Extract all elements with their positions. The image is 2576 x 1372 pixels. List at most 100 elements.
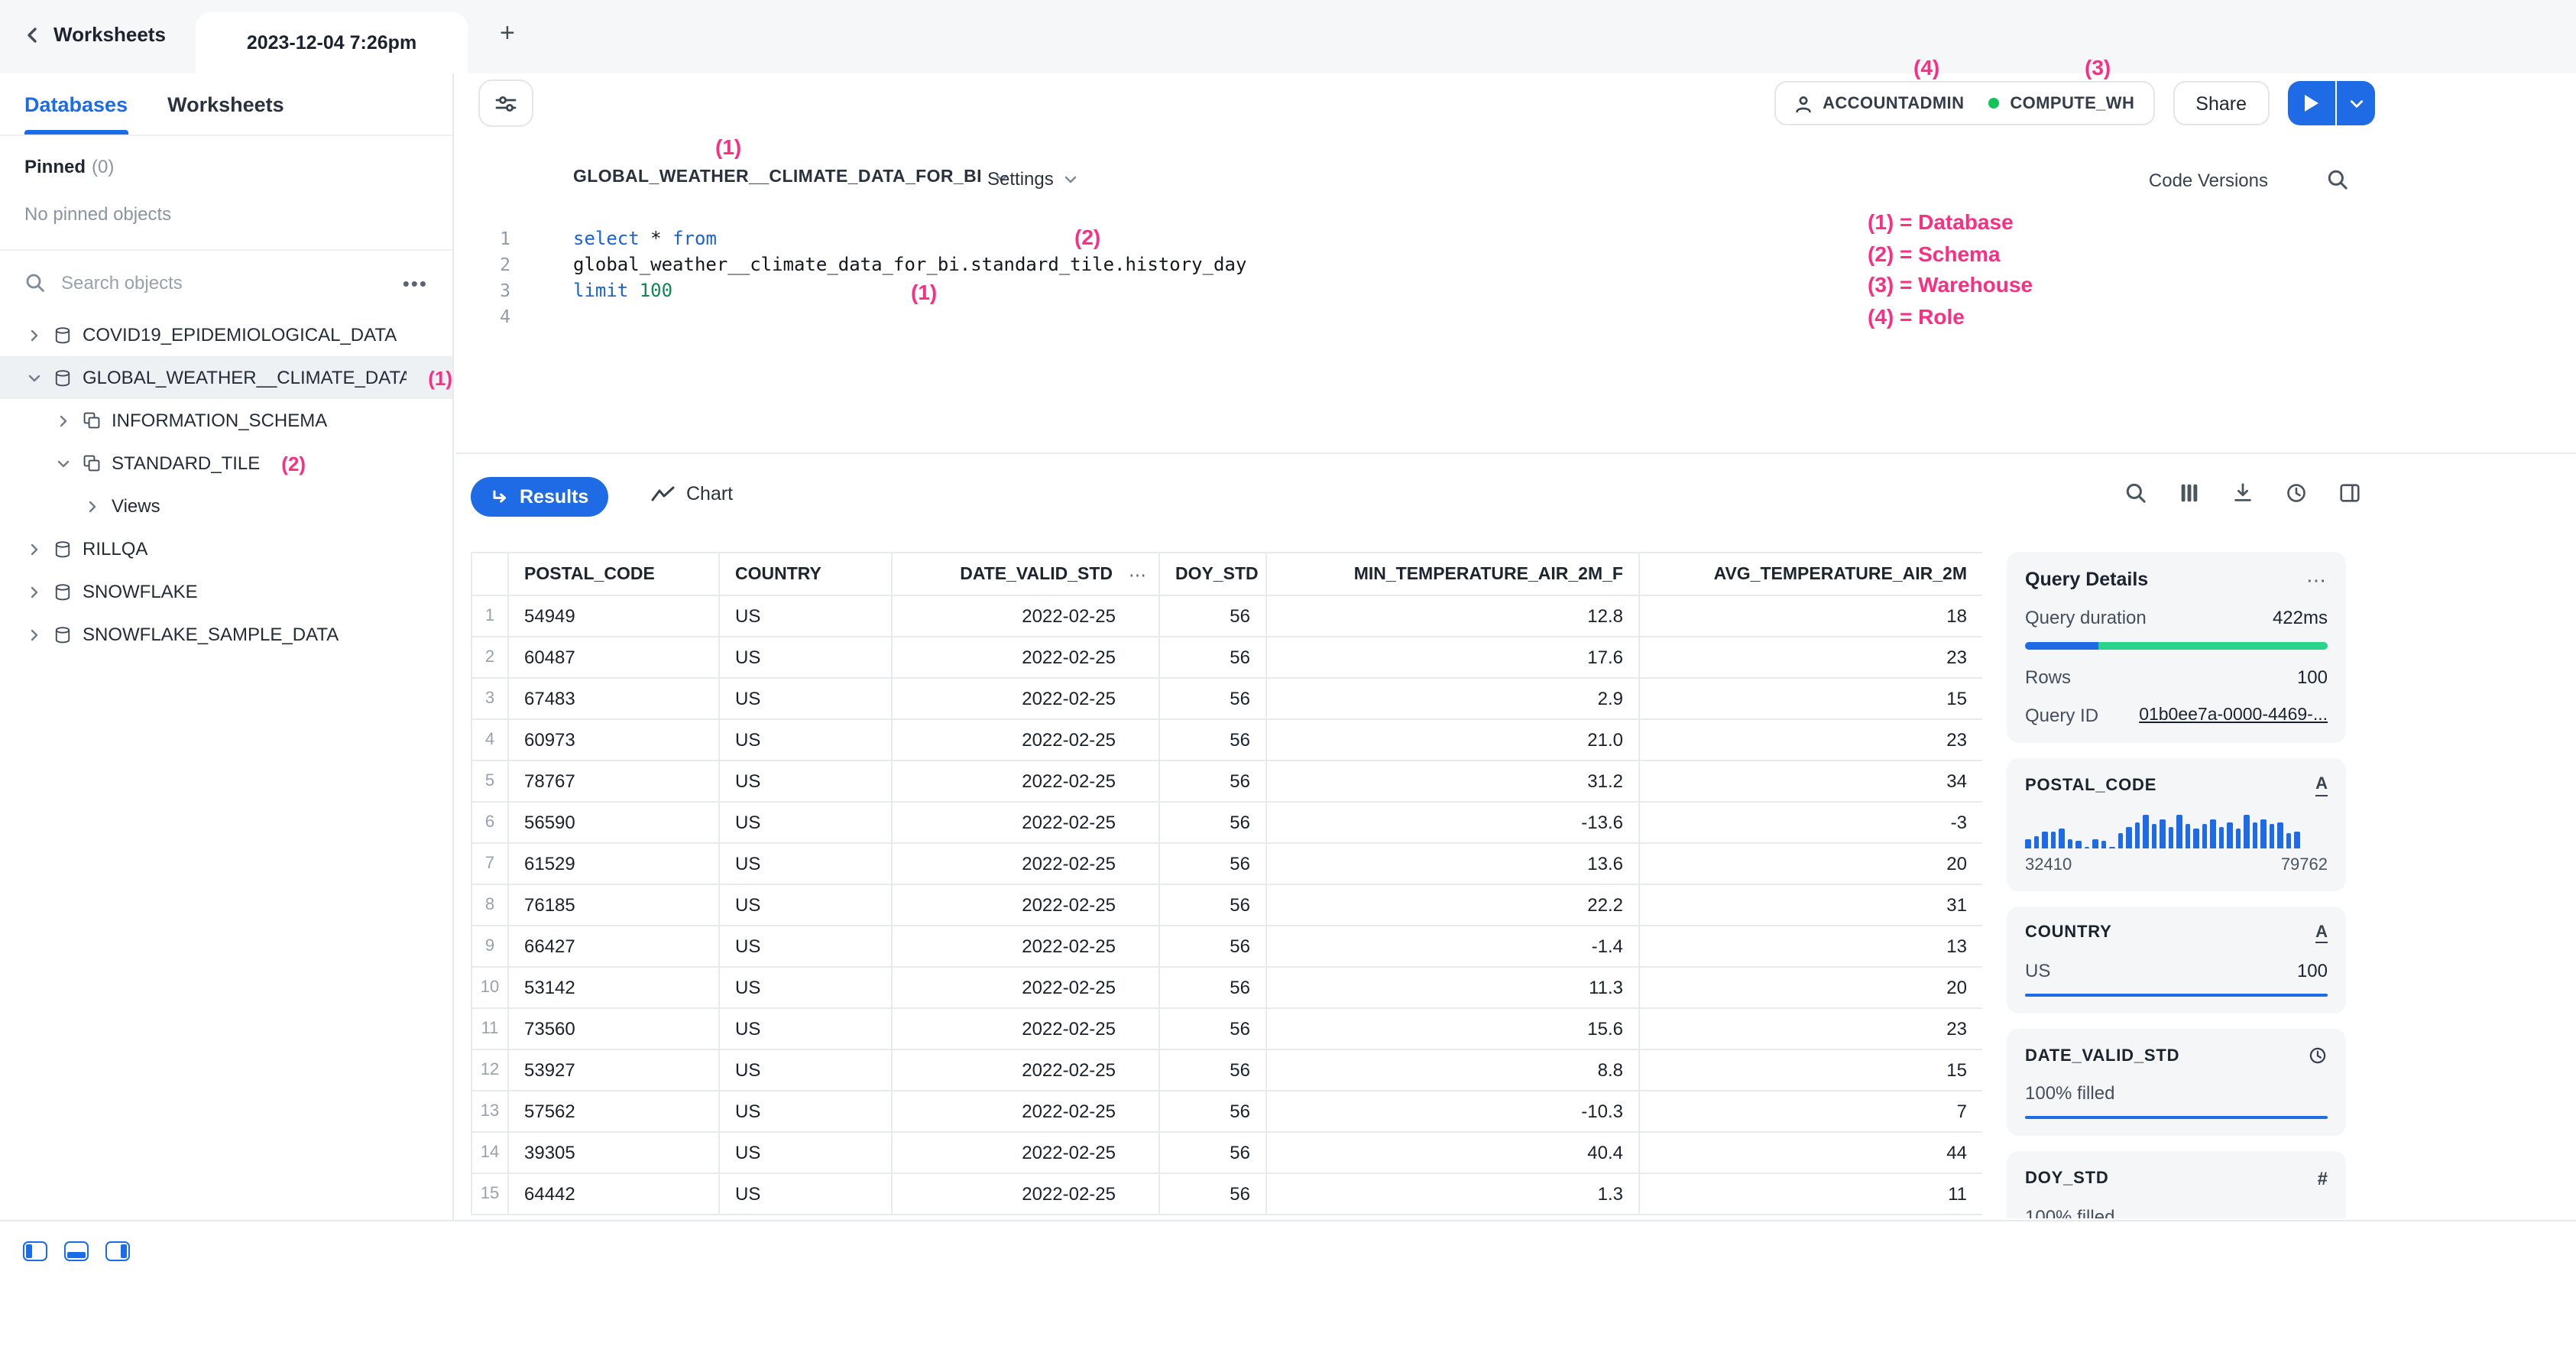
code-token: * — [640, 228, 672, 249]
tab-worksheets[interactable]: Worksheets — [167, 73, 284, 135]
tab-databases[interactable]: Databases — [24, 73, 128, 135]
sidebar-tabs: Databases Worksheets — [0, 73, 452, 136]
number-format-icon[interactable]: # — [2318, 1169, 2328, 1190]
toggle-left-panel-icon[interactable] — [23, 1241, 47, 1261]
code-token — [628, 280, 639, 301]
column-menu-icon[interactable]: ⋯ — [1129, 563, 1148, 585]
tab-chart[interactable]: Chart — [651, 483, 733, 504]
chevron-right-icon[interactable] — [24, 328, 43, 342]
column-header-min_temperature_air_2m_f[interactable]: MIN_TEMPERATURE_AIR_2M_F — [1266, 553, 1639, 595]
code-line[interactable]: 3limit 100 — [455, 278, 2576, 304]
table-row[interactable]: 260487US2022-02-255617.623 — [471, 637, 1982, 678]
query-id-link[interactable]: 01b0ee7a-0000-4469-... — [2139, 706, 2328, 725]
histogram-min: 32410 — [2025, 855, 2072, 874]
results-table: POSTAL_CODECOUNTRYDATE_VALID_STD⋯DOY_STD… — [471, 552, 1982, 1215]
new-worksheet-button[interactable]: + — [500, 20, 515, 46]
code-line[interactable]: 2global_weather__climate_data_for_bi.sta… — [455, 252, 2576, 278]
histogram-bar — [2160, 819, 2165, 848]
text-format-icon[interactable]: A — [2315, 923, 2328, 943]
column-header-avg_temperature_air_2m[interactable]: AVG_TEMPERATURE_AIR_2M — [1639, 553, 1982, 595]
download-icon[interactable] — [2231, 482, 2254, 504]
tree-item-rillqa[interactable]: RILLQA — [0, 527, 452, 570]
postal-code-histogram[interactable] — [2025, 814, 2328, 848]
run-options-button[interactable] — [2337, 81, 2375, 125]
run-button[interactable] — [2288, 81, 2335, 125]
chevron-right-icon[interactable] — [24, 628, 43, 641]
chevron-right-icon[interactable] — [53, 414, 72, 427]
toggle-bottom-panel-icon[interactable] — [64, 1241, 89, 1261]
more-options-icon[interactable]: ••• — [403, 273, 428, 293]
cell: 39305 — [508, 1132, 719, 1173]
table-row[interactable]: 1053142US2022-02-255611.320 — [471, 967, 1982, 1008]
toggle-right-panel-icon[interactable] — [105, 1241, 130, 1261]
tree-item-standard-tile[interactable]: STANDARD_TILE(2) — [0, 442, 452, 485]
split-panel-icon[interactable] — [2338, 482, 2361, 504]
table-row[interactable]: 1253927US2022-02-25568.815 — [471, 1049, 1982, 1091]
table-row[interactable]: 154949US2022-02-255612.818 — [471, 595, 1982, 637]
query-details-menu-icon[interactable]: ⋯ — [2306, 569, 2328, 589]
tree-item-information-schema[interactable]: INFORMATION_SCHEMA — [0, 399, 452, 442]
role-selector[interactable]: ACCOUNTADMIN — [1793, 94, 1964, 112]
histogram-bar — [2126, 827, 2131, 848]
table-row[interactable]: 656590US2022-02-2556-13.6-3 — [471, 802, 1982, 843]
share-button[interactable]: Share — [2173, 81, 2270, 125]
worksheet-settings-button[interactable] — [478, 79, 533, 127]
tree-item-snowflake[interactable]: SNOWFLAKE — [0, 570, 452, 613]
worksheet-tab[interactable]: 2023-12-04 7:26pm — [196, 12, 468, 73]
cell: 56 — [1159, 967, 1266, 1008]
table-row[interactable]: 460973US2022-02-255621.023 — [471, 719, 1982, 761]
chevron-right-icon[interactable] — [83, 499, 101, 513]
column-header-label: AVG_TEMPERATURE_AIR_2M — [1714, 565, 1967, 583]
search-results-icon[interactable] — [2124, 482, 2147, 504]
clock-icon[interactable] — [2308, 1046, 2328, 1066]
table-row[interactable]: 761529US2022-02-255613.620 — [471, 843, 1982, 884]
database-context-selector[interactable]: GLOBAL_WEATHER__CLIMATE_DATA_FOR_BI — [573, 168, 1009, 187]
back-to-worksheets-button[interactable]: Worksheets — [24, 23, 166, 46]
results-table-container[interactable]: POSTAL_CODECOUNTRYDATE_VALID_STD⋯DOY_STD… — [471, 552, 1982, 1220]
columns-icon[interactable] — [2178, 482, 2201, 504]
tree-item-snowflake-sample-data[interactable]: SNOWFLAKE_SAMPLE_DATA — [0, 613, 452, 656]
tree-item-views[interactable]: Views — [0, 485, 452, 527]
chevron-right-icon[interactable] — [24, 585, 43, 598]
sql-editor[interactable]: 1select * from2global_weather__climate_d… — [455, 226, 2576, 452]
query-details-card: Query Details ⋯ Query duration 422ms Row… — [2007, 552, 2346, 743]
chevron-down-icon[interactable] — [53, 456, 72, 470]
code-text: limit 100 — [510, 278, 672, 304]
country-distribution-bar — [2025, 994, 2328, 997]
chart-line-icon — [651, 485, 676, 502]
column-header-postal_code[interactable]: POSTAL_CODE — [508, 553, 719, 595]
column-header-doy_std[interactable]: DOY_STD — [1159, 553, 1266, 595]
code-line[interactable]: 4 — [455, 304, 2576, 330]
warehouse-selector[interactable]: COMPUTE_WH — [1988, 94, 2134, 112]
table-row[interactable]: 1564442US2022-02-25561.311 — [471, 1173, 1982, 1215]
column-header-country[interactable]: COUNTRY — [719, 553, 892, 595]
column-header-date_valid_std[interactable]: DATE_VALID_STD⋯ — [892, 553, 1159, 595]
table-row[interactable]: 578767US2022-02-255631.234 — [471, 761, 1982, 802]
row-number: 1 — [471, 595, 508, 637]
search-input[interactable] — [58, 271, 390, 295]
cell: 2022-02-25 — [892, 678, 1159, 719]
chevron-right-icon[interactable] — [24, 542, 43, 556]
table-row[interactable]: 1173560US2022-02-255615.623 — [471, 1008, 1982, 1049]
table-row[interactable]: 1357562US2022-02-2556-10.37 — [471, 1091, 1982, 1132]
tree-item-covid19-epidemiological-data[interactable]: COVID19_EPIDEMIOLOGICAL_DATA — [0, 313, 452, 356]
settings-dropdown[interactable]: Settings — [987, 168, 1078, 190]
histogram-bar — [2294, 832, 2299, 848]
tab-results[interactable]: Results — [471, 477, 608, 517]
chevron-down-icon[interactable] — [24, 371, 43, 384]
table-row[interactable]: 367483US2022-02-25562.915 — [471, 678, 1982, 719]
table-row[interactable]: 966427US2022-02-2556-1.413 — [471, 926, 1982, 967]
editor-search-icon[interactable] — [2326, 168, 2349, 191]
histogram-bar — [2109, 846, 2114, 848]
table-row[interactable]: 1439305US2022-02-255640.444 — [471, 1132, 1982, 1173]
cell: 2022-02-25 — [892, 802, 1159, 843]
code-line[interactable]: 1select * from — [455, 226, 2576, 252]
text-format-icon[interactable]: A — [2315, 775, 2328, 796]
tree-item-label: SNOWFLAKE_SAMPLE_DATA — [83, 624, 339, 645]
code-versions-link[interactable]: Code Versions — [2149, 170, 2268, 191]
tree-item-global-weather-climate-data-f[interactable]: GLOBAL_WEATHER__CLIMATE_DATA_F...(1) — [0, 356, 452, 399]
table-row[interactable]: 876185US2022-02-255622.231 — [471, 884, 1982, 926]
pinned-count: (0) — [92, 156, 114, 177]
annotation-role: (4) — [1913, 55, 1939, 79]
history-icon[interactable] — [2285, 482, 2308, 504]
